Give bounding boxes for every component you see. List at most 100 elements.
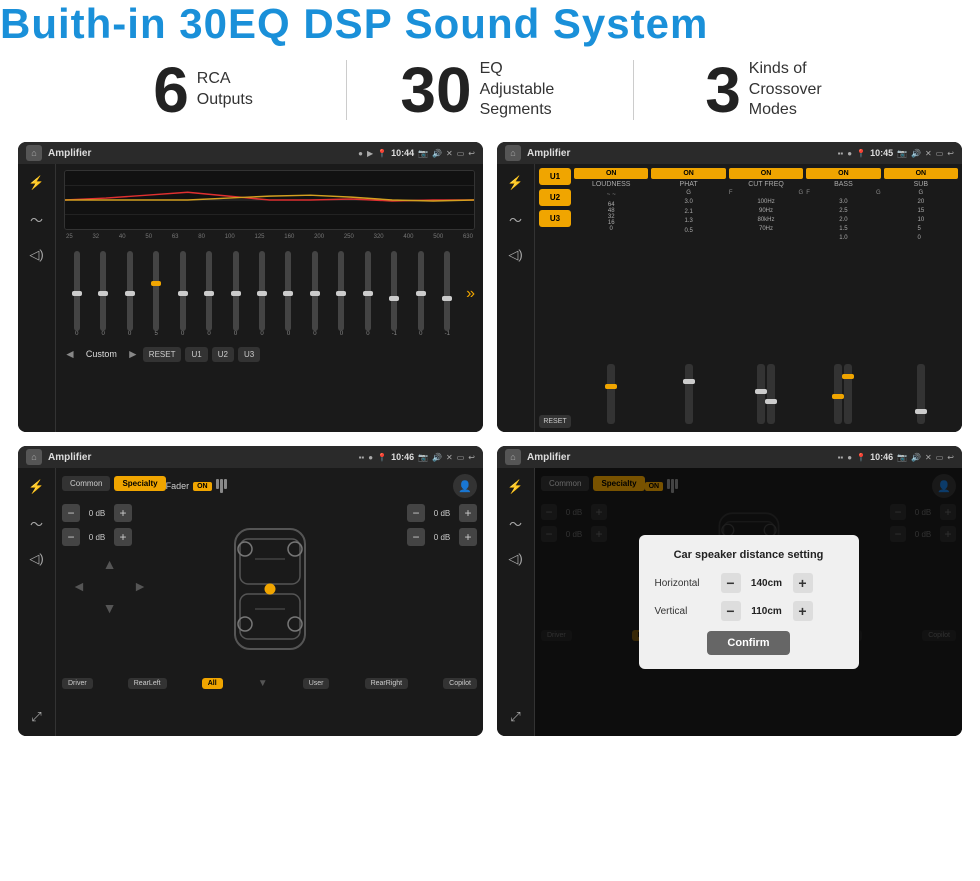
eq-slider-7[interactable]: 0 (249, 251, 274, 337)
arrow-left-icon[interactable]: ◄ (72, 578, 86, 594)
fader-db-row-3: − 0 dB + (407, 504, 477, 522)
person-icon-btn[interactable]: 👤 (453, 474, 477, 498)
speaker2-icon[interactable]: ◁) (505, 244, 527, 266)
eq-slider-8[interactable]: 0 (276, 251, 301, 337)
db2-value: 0 dB (83, 533, 111, 542)
next-button[interactable]: ► (127, 347, 139, 361)
expand3-icon[interactable]: ⤢ (26, 706, 48, 728)
back4-icon[interactable]: ↩ (947, 453, 954, 462)
toggle-cutfreq[interactable]: ON (729, 168, 803, 179)
home-icon-4[interactable]: ⌂ (505, 449, 521, 465)
speaker4-icon[interactable]: ◁) (505, 548, 527, 570)
eq-freq-labels: 25 32 40 50 63 80 100 125 160 200 250 32… (64, 234, 475, 240)
wave-icon[interactable]: 〜 (26, 208, 48, 230)
expand-icon[interactable]: » (462, 244, 475, 344)
db1-minus[interactable]: − (62, 504, 80, 522)
db2-plus[interactable]: + (114, 528, 132, 546)
eq-slider-3[interactable]: 5 (143, 251, 168, 337)
location4-icon: 📍 (856, 453, 866, 462)
db3-plus[interactable]: + (459, 504, 477, 522)
btn-user[interactable]: User (303, 678, 330, 689)
prev-button[interactable]: ◄ (64, 347, 76, 361)
expand4-icon[interactable]: ⤢ (505, 706, 527, 728)
btn-copilot[interactable]: Copilot (443, 678, 477, 689)
fader-right-header: Fader ON (166, 479, 227, 493)
eq-slider-6[interactable]: 0 (223, 251, 248, 337)
db4-plus[interactable]: + (459, 528, 477, 546)
status-icons-2: ▪▪ ● 📍 10:45 📷 🔊 ✕ ▭ ↩ (838, 148, 954, 158)
status-icons-3: ▪▪ ● 📍 10:46 📷 🔊 ✕ ▭ ↩ (359, 452, 475, 462)
wave3-icon[interactable]: 〜 (26, 512, 48, 534)
speaker3-icon[interactable]: ◁) (26, 548, 48, 570)
preset-u1[interactable]: U1 (539, 168, 571, 185)
eq4-icon[interactable]: ⚡ (505, 476, 527, 498)
grid3-icon: ▪▪ (359, 453, 365, 462)
u3-button[interactable]: U3 (238, 347, 260, 362)
fader-on-toggle[interactable]: ON (193, 482, 212, 491)
eq-slider-13[interactable]: 0 (408, 251, 433, 337)
db1-plus[interactable]: + (114, 504, 132, 522)
toggle-sub[interactable]: ON (884, 168, 958, 179)
eq-slider-11[interactable]: 0 (355, 251, 380, 337)
eq2-icon[interactable]: ⚡ (505, 172, 527, 194)
u2-button[interactable]: U2 (212, 347, 234, 362)
dot-icon: ● (358, 149, 363, 158)
eq-icon[interactable]: ⚡ (26, 172, 48, 194)
location-icon: 📍 (377, 149, 387, 158)
side-icons-4: ⚡ 〜 ◁) ⤢ (497, 468, 535, 736)
home-icon-2[interactable]: ⌂ (505, 145, 521, 161)
arrow-up-icon[interactable]: ▲ (103, 556, 117, 572)
eq-slider-5[interactable]: 0 (196, 251, 221, 337)
toggle-phat[interactable]: ON (651, 168, 725, 179)
btn-rearright[interactable]: RearRight (365, 678, 409, 689)
back-icon[interactable]: ↩ (468, 149, 475, 158)
arrow-down-icon[interactable]: ▼ (103, 600, 117, 616)
down-arrow-icon[interactable]: ▼ (258, 678, 268, 689)
btn-rearleft[interactable]: RearLeft (128, 678, 167, 689)
eq-slider-4[interactable]: 0 (170, 251, 195, 337)
wave4-icon[interactable]: 〜 (505, 512, 527, 534)
tab-common[interactable]: Common (62, 476, 110, 491)
home-icon-3[interactable]: ⌂ (26, 449, 42, 465)
reset-button[interactable]: RESET (143, 347, 182, 362)
back3-icon[interactable]: ↩ (468, 453, 475, 462)
eq-slider-9[interactable]: 0 (302, 251, 327, 337)
preset-u3[interactable]: U3 (539, 210, 571, 227)
back2-icon[interactable]: ↩ (947, 149, 954, 158)
eq-slider-12[interactable]: -1 (382, 251, 407, 337)
db3-minus[interactable]: − (407, 504, 425, 522)
amp2-reset[interactable]: RESET (539, 415, 571, 428)
eq-slider-1[interactable]: 0 (90, 251, 115, 337)
channel-loudness: ON LOUDNESS ~~ 644832160 (574, 168, 648, 428)
fader-top-row: Common Specialty Fader ON 👤 (62, 474, 477, 498)
stat-eq-label: EQ AdjustableSegments (480, 59, 580, 121)
home-icon[interactable]: ⌂ (26, 145, 42, 161)
stats-row: 6 RCAOutputs 30 EQ AdjustableSegments 3 … (0, 48, 980, 142)
eq-slider-14[interactable]: -1 (435, 251, 460, 337)
db4-minus[interactable]: − (407, 528, 425, 546)
eq-slider-0[interactable]: 0 (64, 251, 89, 337)
page-title: Buith-in 30EQ DSP Sound System (0, 0, 980, 48)
speaker-icon[interactable]: ◁) (26, 244, 48, 266)
dot4-icon: ● (847, 453, 852, 462)
vertical-minus[interactable]: − (721, 601, 741, 621)
horizontal-minus[interactable]: − (721, 573, 741, 593)
confirm-button[interactable]: Confirm (707, 631, 789, 655)
eq-slider-2[interactable]: 0 (117, 251, 142, 337)
btn-driver[interactable]: Driver (62, 678, 93, 689)
eq-slider-10[interactable]: 0 (329, 251, 354, 337)
vertical-plus[interactable]: + (793, 601, 813, 621)
horizontal-plus[interactable]: + (793, 573, 813, 593)
toggle-bass[interactable]: ON (806, 168, 880, 179)
toggle-loudness[interactable]: ON (574, 168, 648, 179)
eq3-icon[interactable]: ⚡ (26, 476, 48, 498)
arrow-right-icon[interactable]: ► (133, 578, 147, 594)
wave2-icon[interactable]: 〜 (505, 208, 527, 230)
location3-icon: 📍 (377, 453, 387, 462)
tab-specialty[interactable]: Specialty (114, 476, 165, 491)
btn-all[interactable]: All (202, 678, 223, 689)
preset-u2[interactable]: U2 (539, 189, 571, 206)
stat-eq-number: 30 (400, 58, 471, 122)
u1-button[interactable]: U1 (185, 347, 207, 362)
db2-minus[interactable]: − (62, 528, 80, 546)
